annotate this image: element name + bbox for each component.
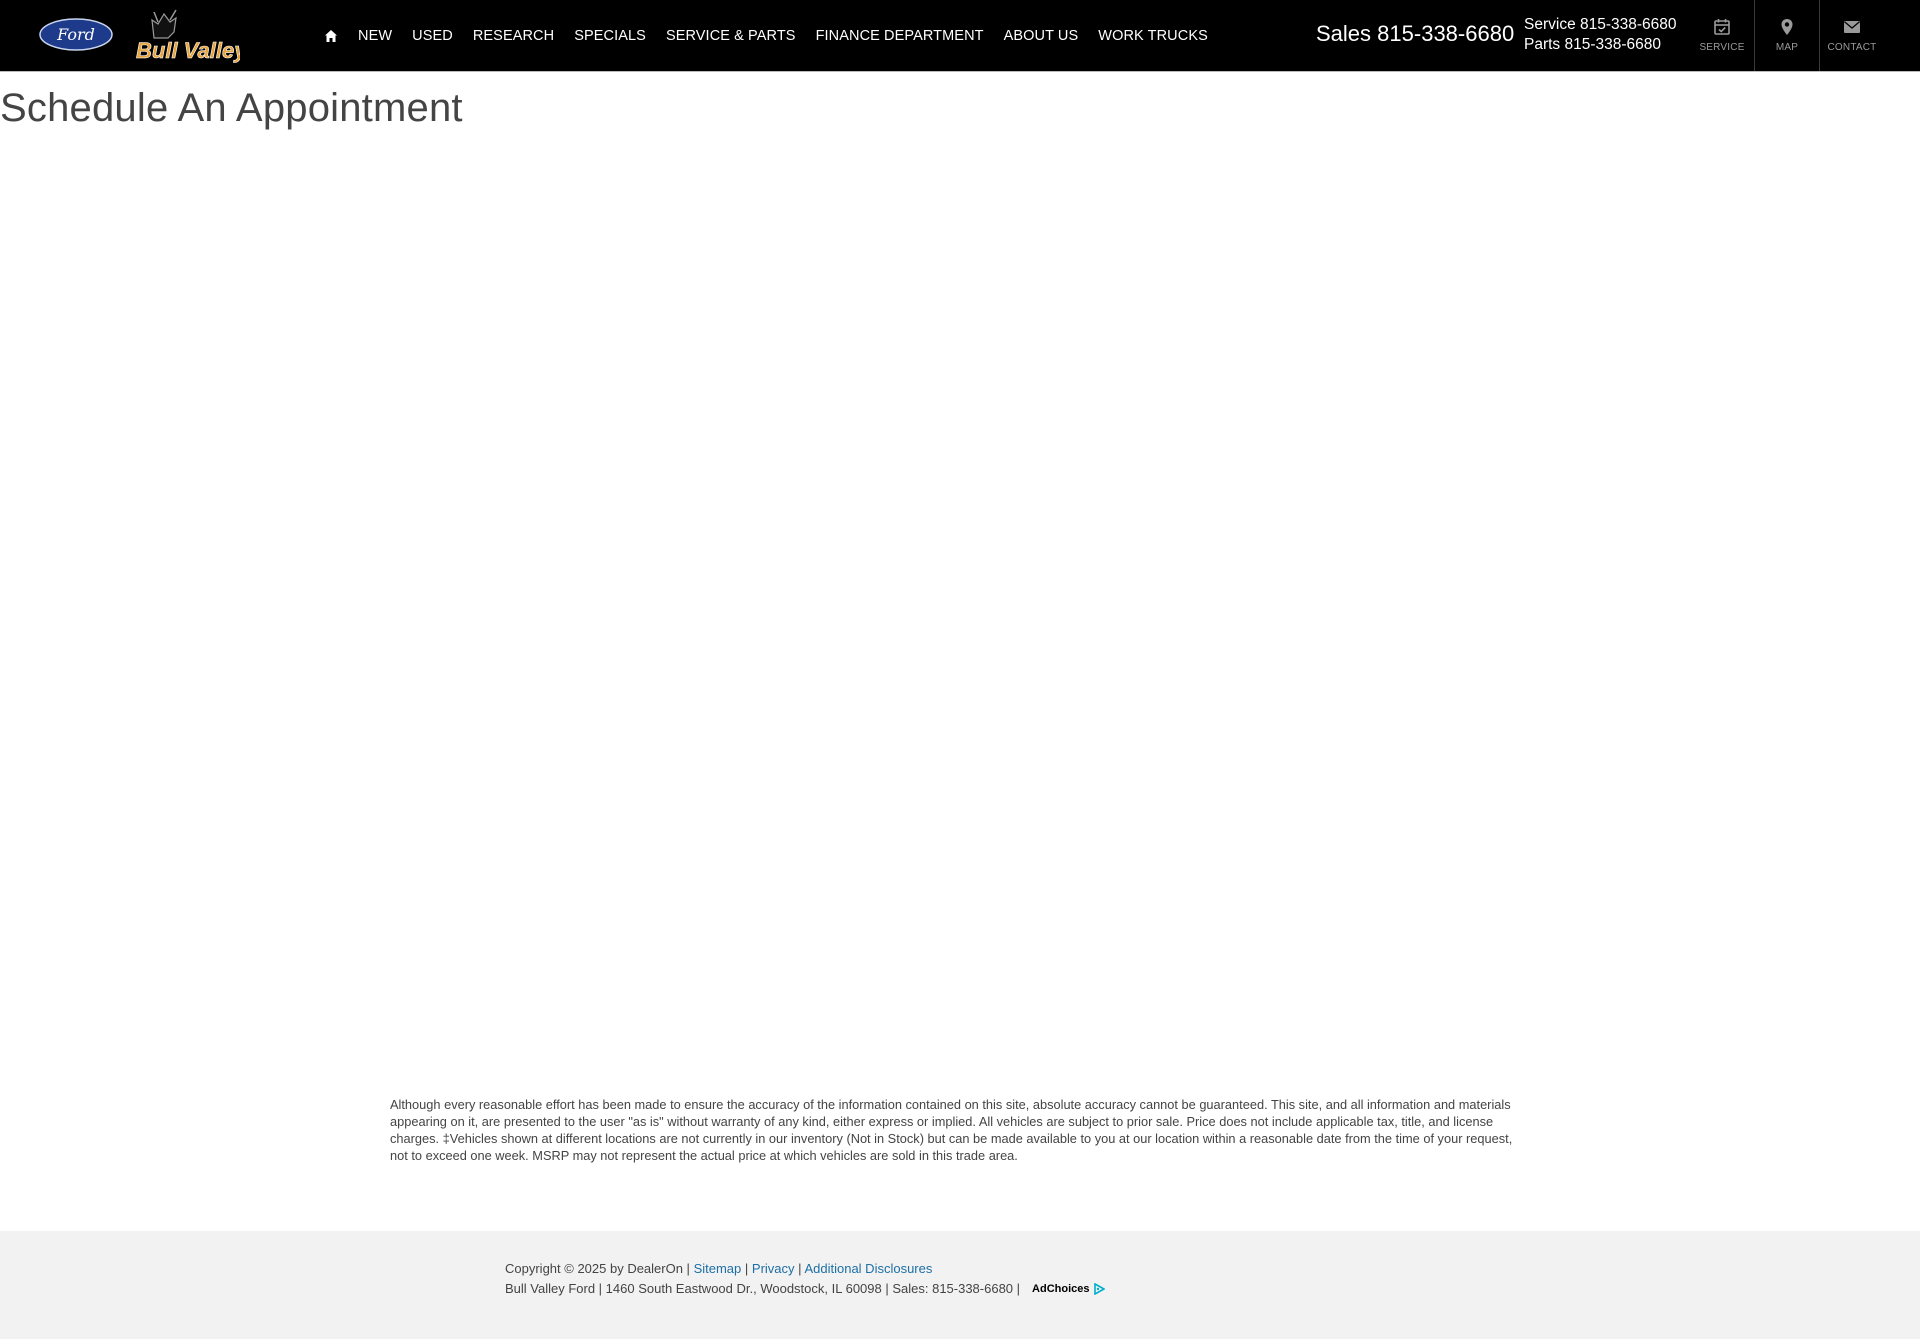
ford-logo-text: Ford	[56, 25, 95, 44]
nav-service-parts[interactable]: SERVICE & PARTS	[666, 28, 796, 44]
legal-disclaimer: Although every reasonable effort has bee…	[390, 1097, 1513, 1163]
footer-links: Copyright © 2025 by DealerOn | Sitemap |…	[505, 1261, 932, 1276]
sitemap-link[interactable]: Sitemap	[694, 1261, 742, 1276]
footer-address-line: Bull Valley Ford | 1460 South Eastwood D…	[505, 1281, 1105, 1296]
privacy-link[interactable]: Privacy	[752, 1261, 795, 1276]
footer-separator: |	[744, 1261, 749, 1276]
map-button[interactable]: MAP	[1755, 0, 1819, 71]
map-button-label: MAP	[1775, 42, 1799, 53]
additional-disclosures-link[interactable]: Additional Disclosures	[804, 1261, 932, 1276]
site-footer: Copyright © 2025 by DealerOn | Sitemap |…	[0, 1231, 1920, 1339]
bull-valley-logo-text: Bull Valley	[136, 38, 240, 63]
department-phones: Service 815-338-6680 Parts 815-338-6680	[1524, 15, 1677, 55]
adchoices-label: AdChoices	[1032, 1282, 1090, 1295]
service-phone-link[interactable]: 815-338-6680	[1580, 16, 1677, 33]
nav-used[interactable]: USED	[412, 28, 453, 44]
site-header: Ford Bull Valley NEW USED RESEARCH SPECI…	[0, 0, 1920, 72]
nav-finance-department[interactable]: FINANCE DEPARTMENT	[816, 28, 984, 44]
nav-research[interactable]: RESEARCH	[473, 28, 554, 44]
sales-phone: Sales 815-338-6680	[1316, 21, 1514, 47]
main-nav: NEW USED RESEARCH SPECIALS SERVICE & PAR…	[324, 0, 1228, 71]
envelope-icon	[1844, 21, 1860, 33]
copyright-text: Copyright © 2025 by DealerOn |	[505, 1261, 690, 1276]
service-button[interactable]: SERVICE	[1690, 0, 1754, 71]
parts-phone-link[interactable]: 815-338-6680	[1565, 36, 1662, 53]
adchoices-icon	[1093, 1282, 1105, 1295]
ford-logo[interactable]: Ford	[39, 18, 113, 51]
nav-work-trucks[interactable]: WORK TRUCKS	[1098, 28, 1208, 44]
footer-separator: |	[798, 1261, 802, 1276]
sales-phone-link[interactable]: 815-338-6680	[1377, 21, 1514, 46]
contact-button[interactable]: CONTACT	[1820, 0, 1884, 71]
bull-valley-logo[interactable]: Bull Valley	[134, 8, 240, 64]
sales-label: Sales	[1316, 21, 1372, 46]
home-icon[interactable]	[324, 29, 338, 43]
map-pin-icon	[1781, 19, 1793, 35]
calendar-check-icon	[1714, 19, 1730, 35]
contact-button-label: CONTACT	[1827, 42, 1877, 53]
dealer-address: Bull Valley Ford | 1460 South Eastwood D…	[505, 1281, 1021, 1296]
page-title: Schedule An Appointment	[0, 86, 463, 130]
nav-new[interactable]: NEW	[358, 28, 392, 44]
service-label: Service	[1524, 16, 1576, 33]
parts-label: Parts	[1524, 36, 1561, 53]
nav-specials[interactable]: SPECIALS	[574, 28, 646, 44]
nav-about-us[interactable]: ABOUT US	[1004, 28, 1079, 44]
service-button-label: SERVICE	[1699, 42, 1745, 53]
adchoices-link[interactable]: AdChoices	[1032, 1282, 1105, 1295]
